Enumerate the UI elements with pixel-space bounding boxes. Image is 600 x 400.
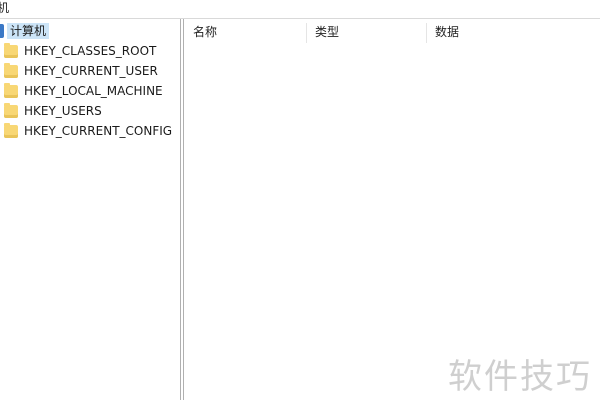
tree-item-hkey-current-config[interactable]: HKEY_CURRENT_CONFIG (4, 121, 172, 141)
registry-tree-pane[interactable]: 计算机 HKEY_CLASSES_ROOT HKEY_CURRENT_USER … (0, 19, 180, 400)
tree-item-label: HKEY_CLASSES_ROOT (24, 44, 157, 58)
column-header-data[interactable]: 数据 (426, 19, 596, 45)
folder-icon (4, 102, 18, 118)
tree-item-hkey-users[interactable]: HKEY_USERS (4, 101, 102, 121)
tree-item-label: HKEY_CURRENT_CONFIG (24, 124, 173, 138)
column-header-type[interactable]: 类型 (306, 19, 426, 45)
tree-item-label: HKEY_CURRENT_USER (24, 64, 158, 78)
tree-item-hkey-current-user[interactable]: HKEY_CURRENT_USER (4, 61, 158, 81)
address-bar[interactable]: 机 (0, 0, 600, 19)
address-text: 机 (0, 1, 10, 15)
registry-values-pane[interactable]: 名称 类型 数据 (184, 19, 600, 400)
tree-item-label: HKEY_LOCAL_MACHINE (24, 84, 163, 98)
folder-icon (4, 82, 18, 98)
watermark-text: 软件技巧 (448, 357, 592, 397)
folder-icon (4, 62, 18, 78)
computer-icon (0, 24, 4, 38)
tree-item-label: HKEY_USERS (24, 104, 102, 118)
tree-root-label: 计算机 (7, 23, 50, 39)
tree-item-hkey-local-machine[interactable]: HKEY_LOCAL_MACHINE (4, 81, 163, 101)
tree-item-hkey-classes-root[interactable]: HKEY_CLASSES_ROOT (4, 41, 156, 61)
column-header-name[interactable]: 名称 (184, 19, 306, 45)
folder-icon (4, 122, 18, 138)
folder-icon (4, 42, 18, 58)
tree-root-computer[interactable]: 计算机 (0, 22, 50, 40)
